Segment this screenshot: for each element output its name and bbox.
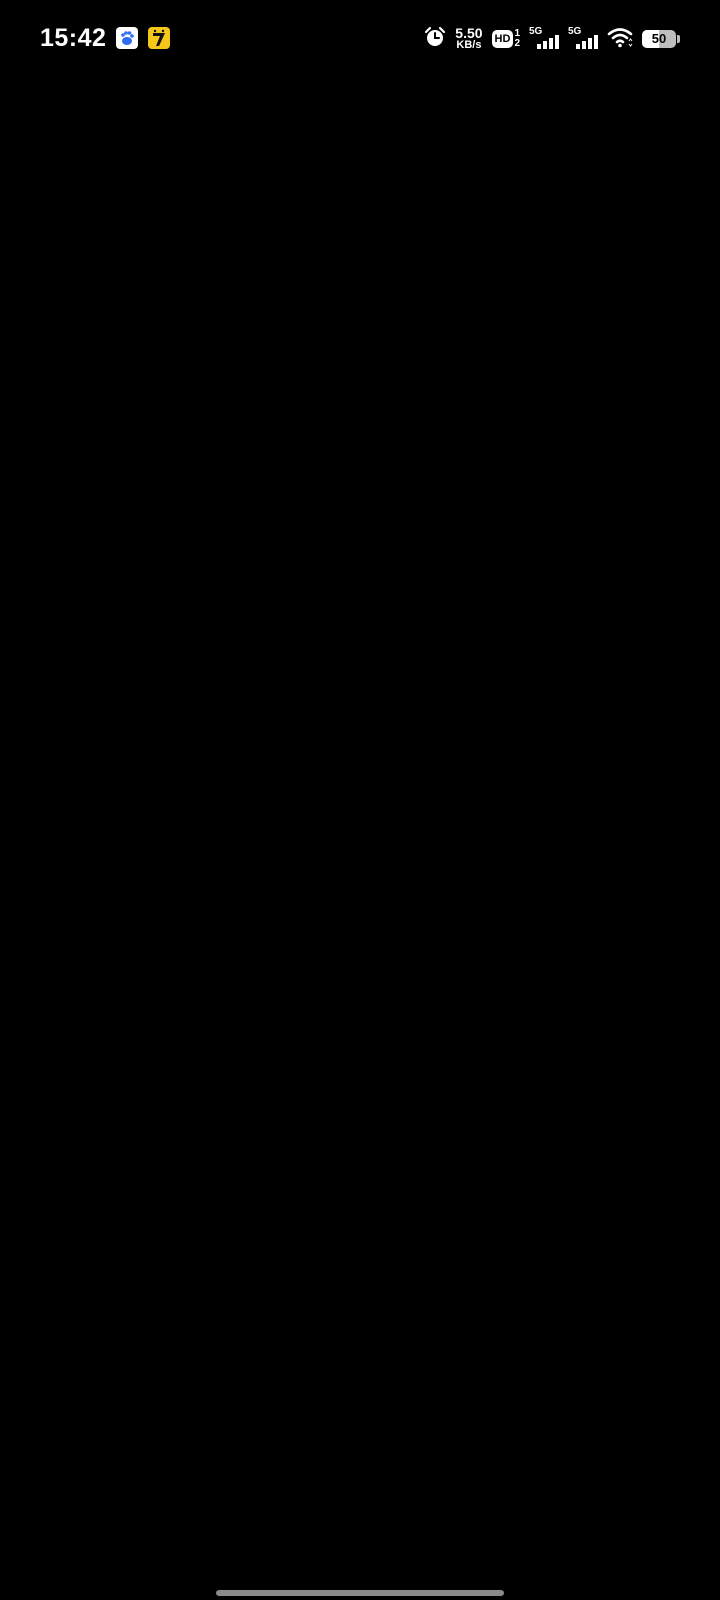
sim2-signal: 5G xyxy=(568,27,598,51)
clock: 15:42 xyxy=(40,24,107,52)
status-right: 5.50 KB/s HD 1 2 5G 5G 50 xyxy=(424,24,680,54)
game-app-icon xyxy=(148,27,171,49)
cellular-signal-icon xyxy=(537,35,559,49)
battery-tip xyxy=(677,35,680,43)
hd-voice-badge: HD 1 2 xyxy=(491,29,520,49)
cellular-signal-icon xyxy=(576,35,598,49)
network-speed: 5.50 KB/s xyxy=(455,25,483,51)
network-speed-value: 5.50 xyxy=(455,25,483,41)
battery-level: 50 xyxy=(651,31,667,46)
alarm-icon xyxy=(424,26,446,53)
battery-indicator: 50 xyxy=(642,30,680,48)
hd-label: HD xyxy=(491,30,514,48)
home-gesture-bar[interactable] xyxy=(216,1590,504,1596)
battery-icon: 50 xyxy=(642,30,676,48)
wifi-icon xyxy=(607,26,633,53)
hd-sim-2: 2 xyxy=(514,38,520,49)
phone-screen: 15:42 5.50 KB/s HD 1 2 5G 5G 50 xyxy=(0,0,720,1600)
network-speed-unit: KB/s xyxy=(456,39,482,51)
status-left: 15:42 xyxy=(40,22,171,54)
status-bar: 15:42 5.50 KB/s HD 1 2 5G 5G 50 xyxy=(0,0,720,76)
sim1-signal: 5G xyxy=(529,27,559,51)
hd-sim-indicator: 1 2 xyxy=(514,29,520,49)
baidu-app-icon xyxy=(116,27,139,49)
